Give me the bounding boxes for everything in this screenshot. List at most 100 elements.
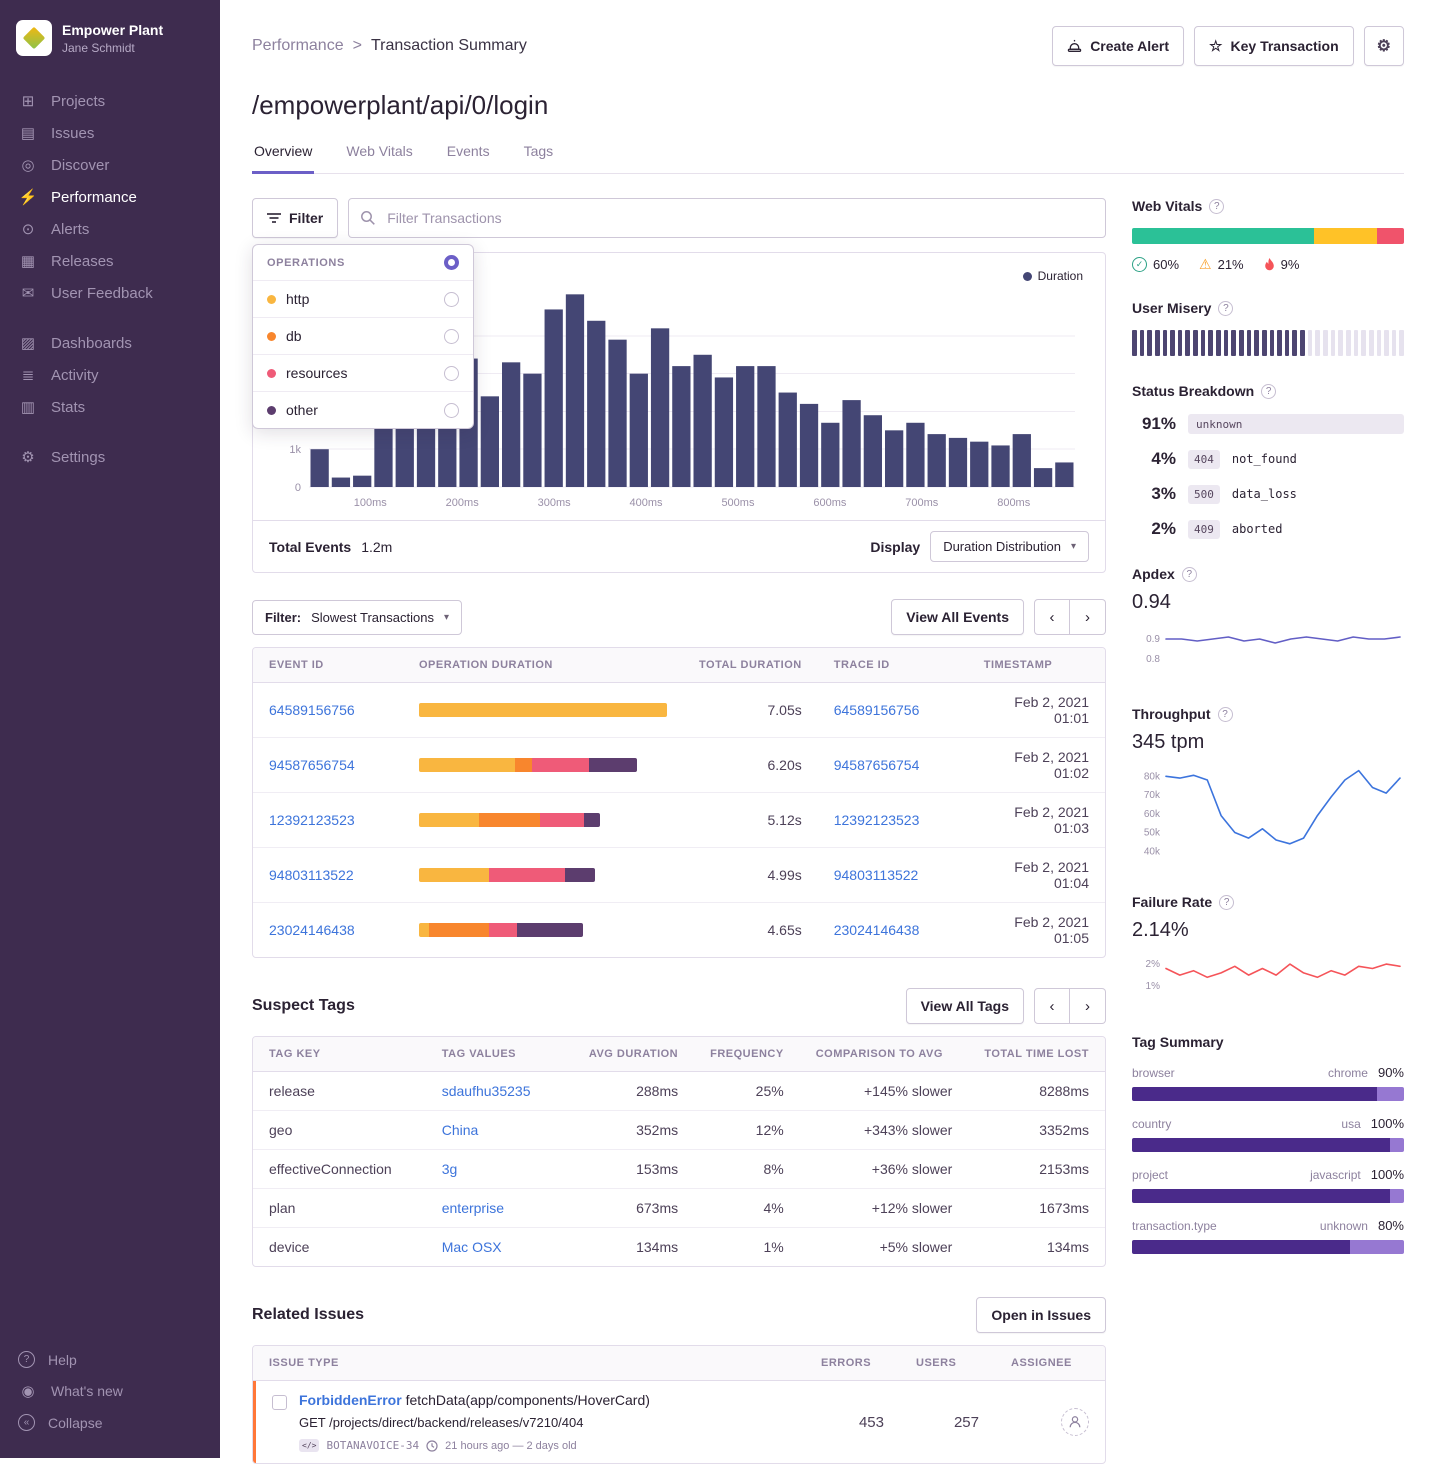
radio-icon[interactable]: [444, 366, 459, 381]
display-select[interactable]: Duration Distribution ▾: [930, 531, 1089, 562]
create-alert-button[interactable]: Create Alert: [1052, 26, 1184, 66]
operation-label: other: [286, 402, 318, 418]
user-misery-title: User Misery: [1132, 300, 1211, 316]
column-header: ISSUE TYPE: [253, 1346, 805, 1381]
radio-selected-icon[interactable]: [444, 255, 459, 270]
radio-icon[interactable]: [444, 329, 459, 344]
tab-events[interactable]: Events: [445, 143, 492, 173]
sidebar-item-alerts[interactable]: ⊙Alerts: [0, 213, 220, 245]
tag-value-link[interactable]: Mac OSX: [442, 1239, 502, 1255]
sidebar-item-activity[interactable]: ≣Activity: [0, 359, 220, 391]
frequency: 12%: [694, 1111, 800, 1150]
tab-web-vitals[interactable]: Web Vitals: [344, 143, 414, 173]
tag-value-link[interactable]: China: [442, 1122, 479, 1138]
view-all-events-button[interactable]: View All Events: [891, 599, 1024, 635]
sidebar-item-performance[interactable]: ⚡Performance: [0, 181, 220, 213]
issue-short-id: BOTANAVOICE-34: [326, 1439, 419, 1452]
event-id-link[interactable]: 23024146438: [269, 922, 355, 938]
events-filter-select[interactable]: Filter: Slowest Transactions ▾: [252, 600, 462, 635]
filter-button[interactable]: Filter: [252, 198, 338, 238]
suspect-tag-row: geoChina352ms12%+343% slower3352ms: [253, 1111, 1105, 1150]
operation-option-other[interactable]: other: [253, 391, 473, 428]
avg-duration: 288ms: [573, 1072, 694, 1111]
sidebar-item-discover[interactable]: ◎Discover: [0, 149, 220, 181]
sidebar-item-stats[interactable]: ▥Stats: [0, 391, 220, 423]
sidebar-item-settings[interactable]: ⚙Settings: [0, 441, 220, 473]
sidebar-item-help[interactable]: ? Help: [0, 1344, 220, 1375]
issue-title: ForbiddenError fetchData(app/components/…: [299, 1392, 650, 1408]
tag-value-link[interactable]: 3g: [442, 1161, 458, 1177]
help-icon[interactable]: ?: [1219, 895, 1234, 910]
alerts-icon: ⊙: [18, 220, 38, 238]
event-id-link[interactable]: 94803113522: [269, 867, 354, 883]
operation-option-resources[interactable]: resources: [253, 354, 473, 391]
tab-tags[interactable]: Tags: [522, 143, 556, 173]
help-icon[interactable]: ?: [1209, 199, 1224, 214]
sidebar-item-releases[interactable]: ▦Releases: [0, 245, 220, 277]
issue-checkbox[interactable]: [272, 1395, 287, 1410]
event-id-link[interactable]: 94587656754: [269, 757, 355, 773]
tag-value-link[interactable]: enterprise: [442, 1200, 504, 1216]
misery-tick: [1346, 330, 1351, 356]
sidebar-item-issues[interactable]: ▤Issues: [0, 117, 220, 149]
trace-id-link[interactable]: 23024146438: [834, 922, 920, 938]
user-misery-section: User Misery?: [1132, 300, 1404, 356]
help-icon[interactable]: ?: [1218, 707, 1233, 722]
event-id-link[interactable]: 12392123523: [269, 812, 355, 828]
sidebar-item-projects[interactable]: ⊞Projects: [0, 85, 220, 117]
event-id-link[interactable]: 64589156756: [269, 702, 355, 718]
help-icon: ?: [18, 1351, 35, 1368]
operation-label: db: [286, 328, 302, 344]
content-columns: Filter OPERATIONS httpdbresourcesother: [252, 174, 1404, 1464]
tab-overview[interactable]: Overview: [252, 143, 314, 174]
failure-rate-chart: 2%1%: [1132, 946, 1404, 1007]
sidebar-item-what-s-new[interactable]: ◉What's new: [0, 1375, 220, 1407]
throughput-section: Throughput? 345 tpm 80k70k60k50k40k: [1132, 706, 1404, 867]
key-transaction-button[interactable]: ☆ Key Transaction: [1194, 26, 1354, 66]
search-input[interactable]: [348, 198, 1106, 238]
next-page-button[interactable]: ›: [1070, 988, 1106, 1024]
help-icon[interactable]: ?: [1261, 384, 1276, 399]
svg-text:80k: 80k: [1144, 771, 1161, 782]
help-icon[interactable]: ?: [1182, 567, 1197, 582]
comparison-to-avg: +343% slower: [800, 1111, 969, 1150]
org-switcher[interactable]: Empower Plant Jane Schmidt: [0, 16, 220, 76]
error-type-link[interactable]: ForbiddenError: [299, 1392, 402, 1408]
prev-page-button[interactable]: ‹: [1034, 988, 1070, 1024]
trace-id-link[interactable]: 94803113522: [834, 867, 919, 883]
transaction-settings-button[interactable]: ⚙: [1364, 26, 1404, 66]
http-duration-segment: [419, 813, 479, 827]
siren-icon: [1067, 39, 1082, 53]
assignee-button[interactable]: [1061, 1408, 1089, 1436]
sidebar-item-collapse[interactable]: «Collapse: [0, 1407, 220, 1438]
radio-icon[interactable]: [444, 292, 459, 307]
operation-option-db[interactable]: db: [253, 317, 473, 354]
tag-summary-line: projectjavascript100%: [1132, 1167, 1404, 1182]
trace-id-link[interactable]: 64589156756: [834, 702, 920, 718]
org-logo: [16, 20, 52, 56]
sidebar-item-user-feedback[interactable]: ✉User Feedback: [0, 277, 220, 309]
trace-id-link[interactable]: 12392123523: [834, 812, 920, 828]
next-page-button[interactable]: ›: [1070, 599, 1106, 635]
performance-icon: ⚡: [18, 188, 38, 206]
issues-icon: ▤: [18, 124, 38, 142]
http-duration-segment: [419, 703, 667, 717]
breadcrumb-performance[interactable]: Performance: [252, 37, 344, 55]
prev-page-button[interactable]: ‹: [1034, 599, 1070, 635]
search-icon: [360, 210, 376, 226]
radio-icon[interactable]: [444, 403, 459, 418]
operation-option-http[interactable]: http: [253, 280, 473, 317]
svg-text:600ms: 600ms: [813, 497, 847, 509]
view-all-events-label: View All Events: [906, 609, 1009, 625]
tag-value: javascript: [1310, 1168, 1361, 1182]
view-all-tags-button[interactable]: View All Tags: [906, 988, 1024, 1024]
help-icon[interactable]: ?: [1218, 301, 1233, 316]
sidebar-item-label: Help: [48, 1352, 77, 1368]
suspect-tags-table: TAG KEY TAG VALUES AVG DURATION FREQUENC…: [252, 1036, 1106, 1267]
sidebar-item-dashboards[interactable]: ▨Dashboards: [0, 327, 220, 359]
filter-row: Filter OPERATIONS httpdbresourcesother: [252, 198, 1106, 238]
svg-text:700ms: 700ms: [905, 497, 939, 509]
open-in-issues-button[interactable]: Open in Issues: [976, 1297, 1106, 1333]
tag-value-link[interactable]: sdaufhu35235: [442, 1083, 531, 1099]
trace-id-link[interactable]: 94587656754: [834, 757, 920, 773]
